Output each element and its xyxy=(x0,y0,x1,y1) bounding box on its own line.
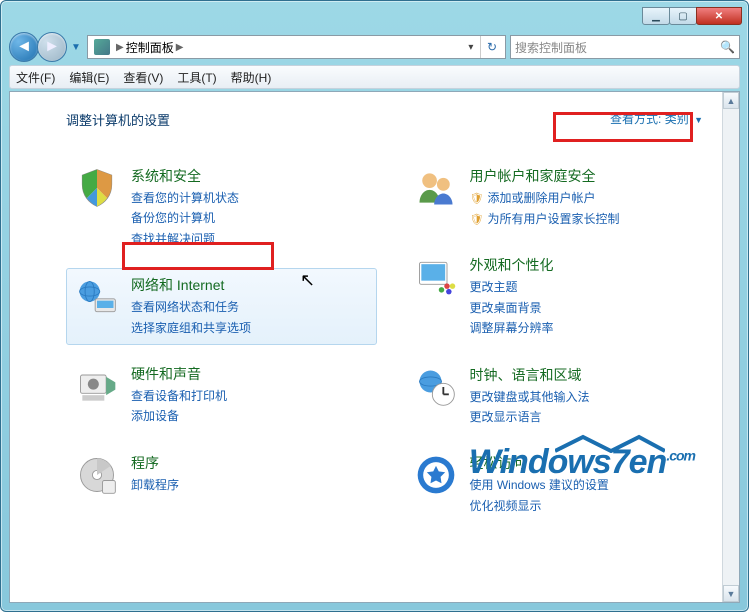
category-link[interactable]: 更改桌面背景 xyxy=(470,298,554,318)
view-by-selector[interactable]: 查看方式: 类别 ▼ xyxy=(600,106,713,131)
category-link[interactable]: 调整屏幕分辨率 xyxy=(470,318,554,338)
menu-help[interactable]: 帮助(H) xyxy=(231,69,272,86)
scroll-down-button[interactable]: ▼ xyxy=(723,585,739,602)
category-icon xyxy=(75,453,119,497)
category-icon xyxy=(75,364,119,408)
menu-tools[interactable]: 工具(T) xyxy=(177,69,216,86)
category-title[interactable]: 用户帐户和家庭安全 xyxy=(470,166,620,186)
category-icon xyxy=(414,255,458,299)
menu-edit[interactable]: 编辑(E) xyxy=(69,69,109,86)
category-item[interactable]: 轻松访问使用 Windows 建议的设置优化视频显示 xyxy=(405,446,716,523)
category-item[interactable]: 用户帐户和家庭安全添加或删除用户帐户为所有用户设置家长控制 xyxy=(405,159,716,236)
search-icon[interactable]: 🔍 xyxy=(720,40,735,54)
address-bar[interactable]: ▶ 控制面板 ▶ ▾ ↻ xyxy=(87,35,506,59)
chevron-down-icon: ▼ xyxy=(694,115,703,125)
category-title[interactable]: 程序 xyxy=(131,453,179,473)
search-input[interactable]: 搜索控制面板 🔍 xyxy=(510,35,740,59)
category-icon xyxy=(75,275,119,319)
category-link[interactable]: 添加设备 xyxy=(131,406,227,426)
category-icon xyxy=(414,453,458,497)
refresh-button[interactable]: ↻ xyxy=(480,36,503,58)
scroll-track[interactable] xyxy=(723,109,739,585)
cursor-icon: ↖ xyxy=(300,270,315,291)
category-link[interactable]: 使用 Windows 建议的设置 xyxy=(470,475,609,495)
breadcrumb-sep: ▶ xyxy=(116,42,124,53)
category-link[interactable]: 查看网络状态和任务 xyxy=(131,297,251,317)
view-by-value: 类别 xyxy=(665,112,689,126)
category-link[interactable]: 查看设备和打印机 xyxy=(131,386,227,406)
category-item[interactable]: 外观和个性化更改主题更改桌面背景调整屏幕分辨率 xyxy=(405,248,716,345)
menu-file[interactable]: 文件(F) xyxy=(16,69,55,86)
category-item[interactable]: 硬件和声音查看设备和打印机添加设备 xyxy=(66,357,377,434)
back-button[interactable]: ◄ xyxy=(9,32,39,62)
window-frame: ◄ ► ▼ ▶ 控制面板 ▶ ▾ ↻ 搜索控制面板 🔍 文件(F) 编辑(E) … xyxy=(0,0,749,612)
category-link[interactable]: 选择家庭组和共享选项 xyxy=(131,318,251,338)
control-panel-icon xyxy=(94,39,110,55)
history-dropdown[interactable]: ▼ xyxy=(69,32,83,62)
category-title[interactable]: 外观和个性化 xyxy=(470,255,554,275)
category-link[interactable]: 更改显示语言 xyxy=(470,407,590,427)
search-placeholder: 搜索控制面板 xyxy=(515,39,587,56)
category-link[interactable]: 备份您的计算机 xyxy=(131,208,239,228)
category-link[interactable]: 更改主题 xyxy=(470,277,554,297)
titlebar[interactable] xyxy=(1,1,748,31)
breadcrumb-root[interactable]: 控制面板 xyxy=(126,39,174,56)
category-item[interactable]: 系统和安全查看您的计算机状态备份您的计算机查找并解决问题 xyxy=(66,159,377,256)
category-link[interactable]: 卸载程序 xyxy=(131,475,179,495)
close-button[interactable] xyxy=(696,7,742,25)
category-link[interactable]: 查看您的计算机状态 xyxy=(131,188,239,208)
category-icon xyxy=(414,166,458,210)
category-icon xyxy=(414,365,458,409)
category-link[interactable]: 优化视频显示 xyxy=(470,496,609,516)
menu-bar: 文件(F) 编辑(E) 查看(V) 工具(T) 帮助(H) xyxy=(9,65,740,89)
category-title[interactable]: 硬件和声音 xyxy=(131,364,227,384)
breadcrumb-sep[interactable]: ▶ xyxy=(176,42,184,53)
address-dropdown[interactable]: ▾ xyxy=(462,42,480,53)
category-title[interactable]: 网络和 Internet xyxy=(131,275,251,295)
category-item[interactable]: 时钟、语言和区域更改键盘或其他输入法更改显示语言 xyxy=(405,358,716,435)
scrollbar[interactable]: ▲ ▼ xyxy=(722,92,739,602)
navigation-bar: ◄ ► ▼ ▶ 控制面板 ▶ ▾ ↻ 搜索控制面板 🔍 xyxy=(9,31,740,63)
category-title[interactable]: 轻松访问 xyxy=(470,453,609,473)
maximize-button[interactable] xyxy=(669,7,697,25)
menu-view[interactable]: 查看(V) xyxy=(123,69,163,86)
scroll-up-button[interactable]: ▲ xyxy=(723,92,739,109)
category-icon xyxy=(75,166,119,210)
minimize-button[interactable] xyxy=(642,7,670,25)
category-item[interactable]: 网络和 Internet查看网络状态和任务选择家庭组和共享选项 xyxy=(66,268,377,345)
category-item[interactable]: 程序卸载程序 xyxy=(66,446,377,504)
category-link[interactable]: 添加或删除用户帐户 xyxy=(470,188,620,209)
category-title[interactable]: 系统和安全 xyxy=(131,166,239,186)
category-link[interactable]: 为所有用户设置家长控制 xyxy=(470,209,620,230)
client-area: ▲ ▼ 调整计算机的设置 查看方式: 类别 ▼ 系统和安全查看您的计算机状态备份… xyxy=(9,91,740,603)
forward-button[interactable]: ► xyxy=(37,32,67,62)
view-by-label: 查看方式: xyxy=(610,112,661,126)
category-title[interactable]: 时钟、语言和区域 xyxy=(470,365,590,385)
category-link[interactable]: 更改键盘或其他输入法 xyxy=(470,387,590,407)
category-link[interactable]: 查找并解决问题 xyxy=(131,229,239,249)
